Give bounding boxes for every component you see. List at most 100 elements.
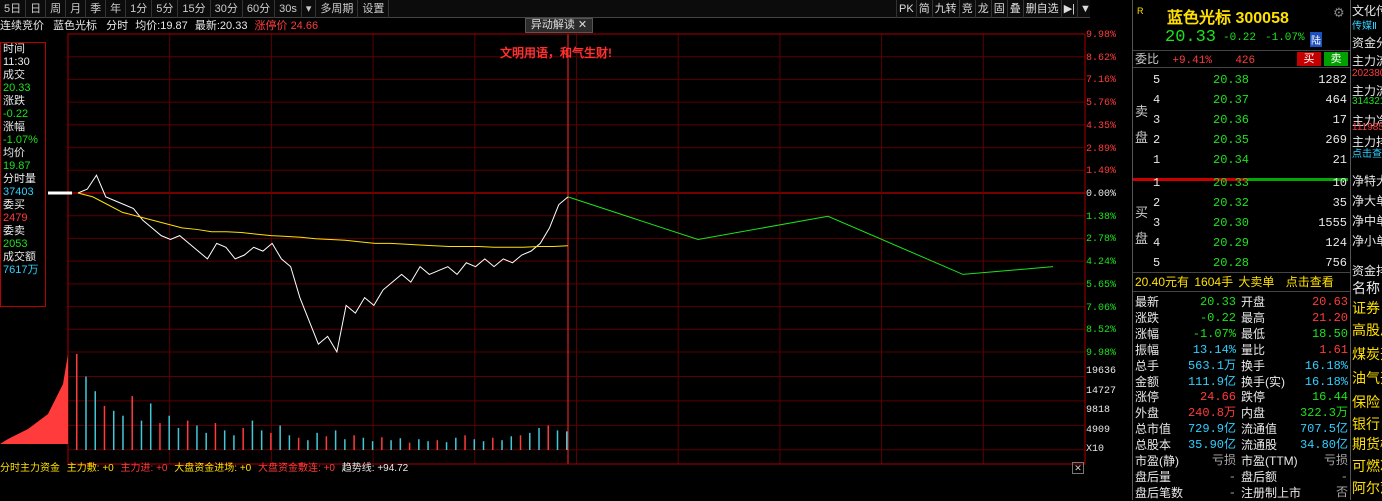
stat-value: 16.18% <box>1304 374 1348 389</box>
dropdown-icon[interactable]: ▾ <box>302 0 317 18</box>
gear-icon[interactable]: ⚙ <box>1333 5 1345 21</box>
overlay-button[interactable]: 叠 <box>1006 0 1023 18</box>
market-out: 大盘资金敷连: +0 <box>258 463 335 474</box>
side-panel-item[interactable]: 可燃冰 <box>1352 456 1382 476</box>
period-tab-60min[interactable]: 60分 <box>243 0 276 18</box>
close-icon[interactable]: ✕ <box>578 19 587 31</box>
price-tick-label: 5.65% <box>1086 279 1117 291</box>
price-tick-label: 1.38% <box>1086 211 1117 223</box>
fix-button[interactable]: 固 <box>990 0 1007 18</box>
main-capital-bar: 分时主力资金 主力敷: +0 主力进: +0 大盘资金进场: +0 大盘资金敷连… <box>0 462 1090 476</box>
price-tick-label: 7.06% <box>1086 302 1117 314</box>
period-select[interactable]: 5日 <box>0 0 27 18</box>
period-tab-year[interactable]: 年 <box>106 0 127 18</box>
volume-bar <box>371 441 374 450</box>
bid-level-row[interactable]: 5 20.28 756 <box>1133 254 1351 273</box>
auction-button[interactable]: 竞 <box>958 0 975 18</box>
stat-value: 亏损 <box>1323 454 1348 468</box>
bid-level-row[interactable]: 3 20.30 1555 <box>1133 214 1351 233</box>
bid-level-row[interactable]: 1 20.33 10 <box>1133 174 1351 193</box>
stat-value: - <box>1228 469 1236 484</box>
side-panel-item[interactable]: 煤炭开 <box>1352 344 1382 364</box>
stat-value: - <box>1340 469 1348 484</box>
ask-level-row[interactable]: 1 20.34 21 <box>1133 151 1351 170</box>
side-panel-item[interactable]: 银行 <box>1352 414 1380 434</box>
end-icon[interactable]: ▶| <box>1060 0 1077 18</box>
bid-level-row[interactable]: 2 20.32 35 <box>1133 194 1351 213</box>
level-number: 5 <box>1153 256 1161 270</box>
anomaly-tag[interactable]: 异动解读 ✕ <box>525 18 593 33</box>
level-number: 1 <box>1153 176 1161 190</box>
main-out: 主力敷: +0 <box>66 463 114 474</box>
period-tab-month[interactable]: 月 <box>66 0 87 18</box>
stat-value: 18.50 <box>1311 326 1348 341</box>
big-order-link[interactable]: 点击查看 <box>1286 275 1334 289</box>
period-tab-5min[interactable]: 5分 <box>152 0 179 18</box>
stat-label: 量比 <box>1241 342 1266 357</box>
pk-button[interactable]: PK <box>896 0 916 18</box>
bid-price: 20.28 <box>1213 256 1250 270</box>
intraday-chart[interactable] <box>0 33 1086 465</box>
ask-level-row[interactable]: 2 20.35 269 <box>1133 131 1351 150</box>
stat-value: 20.33 <box>1199 295 1236 309</box>
volume-bar <box>399 438 402 450</box>
remove-watchlist-button[interactable]: 删自选 <box>1022 0 1061 18</box>
stat-label: 注册制上市 <box>1241 485 1302 500</box>
chart-kind: 分时 <box>106 20 129 32</box>
stat-label: 总股本 <box>1135 438 1172 453</box>
bid-volume: 756 <box>1325 256 1347 270</box>
level-number: 5 <box>1153 73 1161 87</box>
multi-period-button[interactable]: 多周期 <box>316 0 359 18</box>
stat-label: 市盈(TTM) <box>1241 454 1298 468</box>
last-label: 最新: <box>194 20 220 32</box>
big-order-row: 20.40元有 1604手 大卖单 点击查看 <box>1133 272 1351 292</box>
info-value: 2053 <box>3 238 28 250</box>
bid-level-row[interactable]: 4 20.29 124 <box>1133 234 1351 253</box>
price-tick-label: 9.98% <box>1086 348 1117 359</box>
dragon-button[interactable]: 龙 <box>974 0 991 18</box>
volume-bar <box>270 432 272 450</box>
side-panel-item[interactable]: 阿尔茨 <box>1352 478 1382 498</box>
period-tab-30min[interactable]: 30分 <box>211 0 243 18</box>
capital-indicator-name[interactable]: 分时主力资金 <box>0 463 60 474</box>
volume-bar <box>131 396 133 450</box>
volume-bar <box>196 425 198 450</box>
volume-bar <box>233 435 235 450</box>
settings-button[interactable]: 设置 <box>358 0 390 18</box>
interval-select[interactable]: 30s <box>275 0 302 18</box>
ask-level-row[interactable]: 3 20.36 17 <box>1133 111 1351 130</box>
r-icon: R <box>1137 6 1144 16</box>
crosshair-info-panel: 时间 11:30 成交 20.33 涨跌 -0.22 涨幅 -1.07% 均价 19.87 分时量 3… <box>0 42 46 307</box>
side-panel-item[interactable]: 高股息 <box>1352 320 1382 340</box>
stock-title: 蓝色光标 300058 <box>1167 4 1289 28</box>
side-panel-item[interactable]: 保险 <box>1352 392 1380 412</box>
period-tab-15min[interactable]: 15分 <box>178 0 211 18</box>
stat-value: 729.9亿 <box>1187 422 1236 437</box>
nine-turn-button[interactable]: 九转 <box>931 0 959 18</box>
side-panel-item[interactable]: 油气开 <box>1352 368 1382 388</box>
side-panel-item: 202380 <box>1352 68 1382 79</box>
limit-up-value: 24.66 <box>290 20 319 32</box>
close-icon[interactable]: ✕ <box>1072 462 1084 474</box>
side-panel-item[interactable]: 期货概 <box>1352 434 1382 454</box>
stat-value: 13.14% <box>1192 342 1236 357</box>
auction-volume <box>0 354 68 444</box>
trading-mode: 连续竞价 <box>0 20 44 32</box>
side-panel-item[interactable]: 名称 <box>1352 278 1380 298</box>
buy-button[interactable]: 买 <box>1297 52 1321 66</box>
sell-button[interactable]: 卖 <box>1324 52 1348 66</box>
stat-label: 总市值 <box>1135 422 1172 437</box>
simple-button[interactable]: 简 <box>915 0 932 18</box>
volume-bar <box>149 403 152 450</box>
period-tab-day[interactable]: 日 <box>26 0 47 18</box>
ask-level-row[interactable]: 5 20.38 1282 <box>1133 71 1351 90</box>
period-tab-quarter[interactable]: 季 <box>86 0 107 18</box>
menu-arrow-icon[interactable]: ▼ <box>1077 0 1093 18</box>
ask-price: 20.34 <box>1213 153 1250 167</box>
stat-label: 振幅 <box>1135 342 1160 357</box>
ask-price: 20.36 <box>1213 113 1250 127</box>
period-tab-week[interactable]: 周 <box>46 0 67 18</box>
side-panel-item[interactable]: 证券 <box>1352 298 1380 318</box>
period-tab-1min[interactable]: 1分 <box>126 0 153 18</box>
ask-level-row[interactable]: 4 20.37 464 <box>1133 91 1351 110</box>
